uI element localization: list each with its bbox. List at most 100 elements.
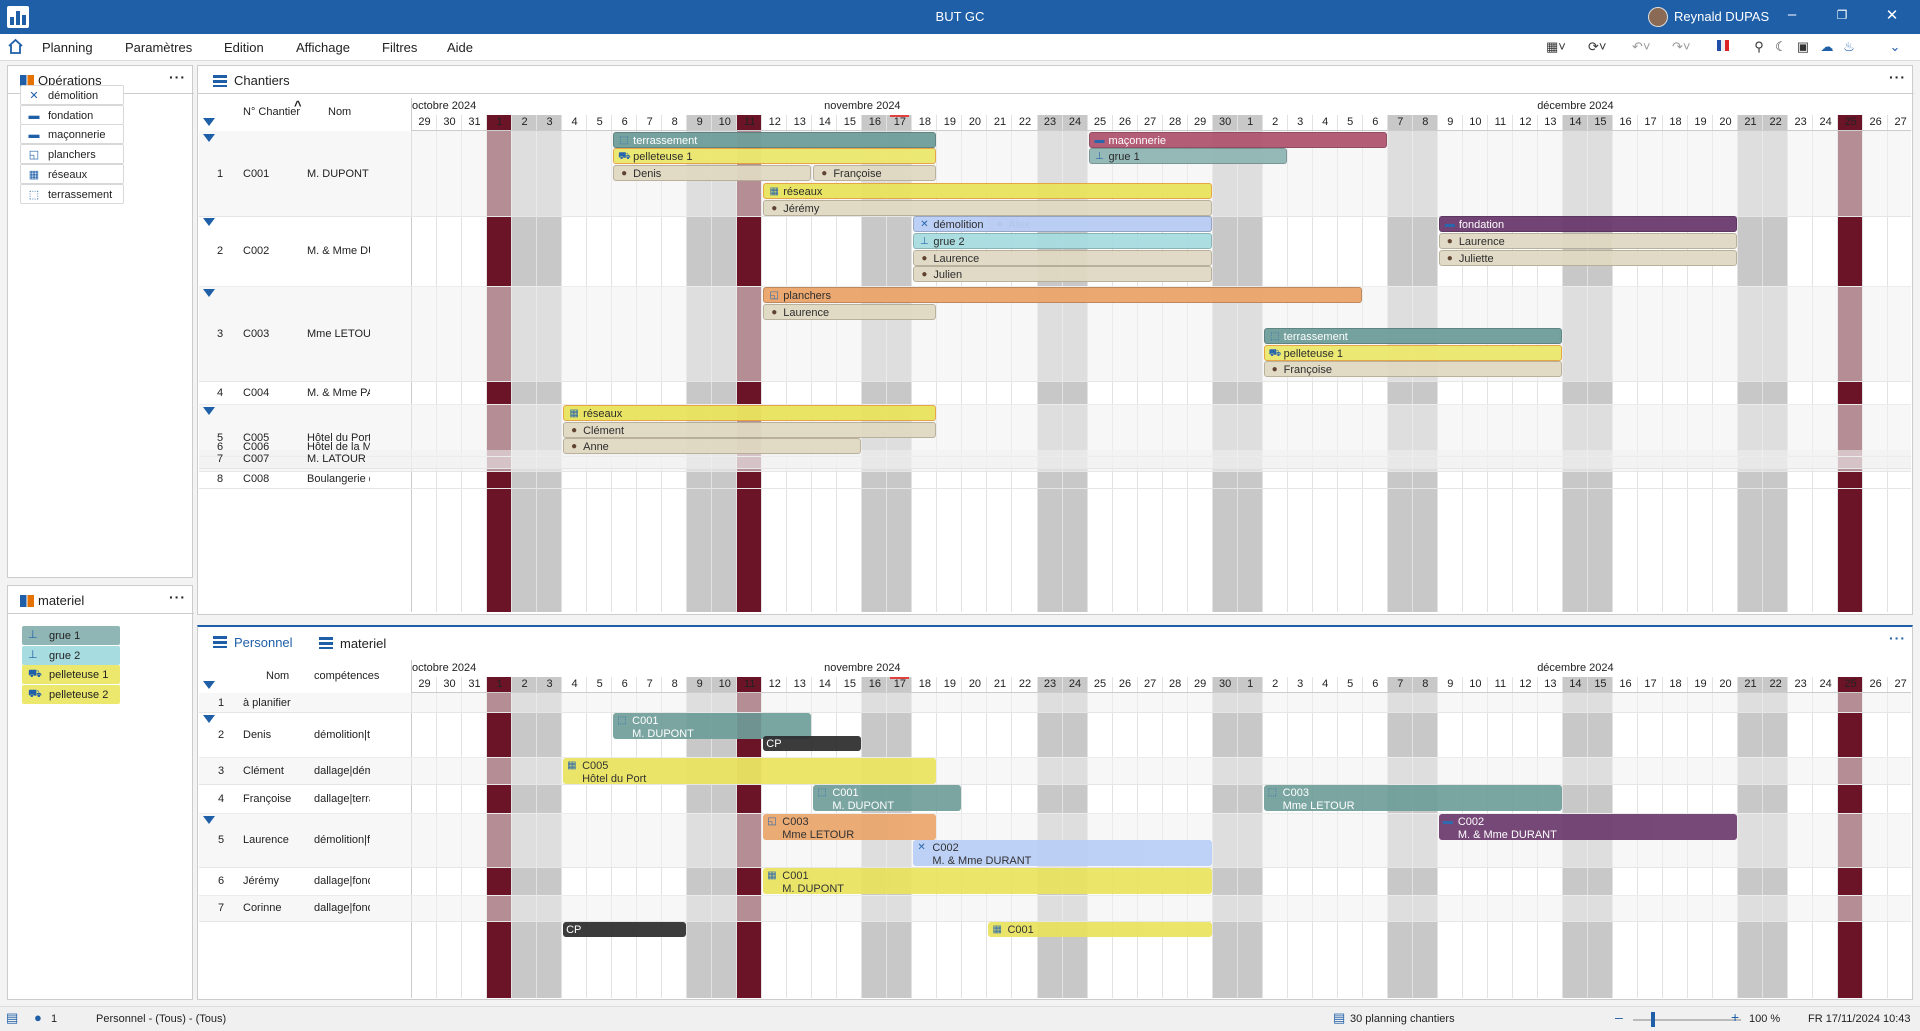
gantt-bar-resource[interactable]: ● Juliette (1438, 250, 1738, 266)
user-avatar[interactable] (1648, 7, 1668, 27)
operation-chip[interactable]: ✕ démolition (20, 85, 124, 105)
stats-icon[interactable]: ▤ (6, 1010, 18, 1026)
menu-edition[interactable]: Edition (224, 40, 264, 55)
export-icon[interactable]: ▦˅ (1546, 39, 1566, 55)
gantt-bar-resource[interactable]: ● Julien (913, 266, 1212, 282)
gantt-bar-resource[interactable]: ● Anne (563, 438, 862, 454)
operation-chip[interactable]: ▦ réseaux (20, 163, 124, 184)
zoom-out-icon[interactable]: – (1615, 1009, 1623, 1025)
tab-materiel[interactable]: materiel (340, 636, 386, 651)
materiel-chip[interactable]: ⊥ grue 1 (22, 626, 120, 645)
gantt-bar-pelleteuse[interactable]: ⛟ pelleteuse 1 (613, 148, 937, 164)
operation-chip[interactable]: ▬ maçonnerie (20, 124, 124, 145)
key-icon[interactable]: ⚲ (1750, 39, 1768, 55)
zoom-in-icon[interactable]: + (1731, 1009, 1739, 1025)
expand-row-icon[interactable] (203, 816, 215, 824)
gantt-bar-label: grue 2 (933, 236, 965, 248)
collapse-all-icon[interactable] (203, 681, 215, 689)
user-name[interactable]: Reynald DUPAS (1674, 9, 1769, 24)
materiel-chip[interactable]: ⛟ pelleteuse 2 (22, 685, 120, 705)
assignment-block-cp[interactable]: CP (763, 736, 862, 751)
gantt-bar-resource[interactable]: ● Laurence (913, 250, 1212, 266)
day-header: 29 (418, 678, 431, 690)
expand-row-icon[interactable] (203, 218, 215, 226)
assignment-block-reseaux[interactable]: ▦ C001 (988, 922, 1212, 937)
home-icon[interactable] (7, 38, 24, 55)
operations-more-icon[interactable]: ··· (169, 69, 186, 85)
row-competences: démolition|fo (314, 834, 370, 846)
materiel-more-icon[interactable]: ··· (169, 589, 186, 605)
operation-chip[interactable]: ▬ fondation (20, 104, 124, 125)
gantt-bar-maconnerie[interactable]: ▬ maçonnerie (1088, 132, 1387, 148)
gantt-bar-resource[interactable]: ● Laurence (763, 304, 937, 320)
gantt-bar-terrassement[interactable]: ⬚ terrassement (613, 132, 937, 148)
zoom-slider[interactable] (1633, 1019, 1741, 1021)
window-icon[interactable]: ▣ (1794, 39, 1812, 55)
redo-icon[interactable]: ↷˅ (1672, 39, 1690, 55)
gantt-bar-reseaux[interactable]: ▦ réseaux (563, 405, 937, 421)
expand-row-icon[interactable] (203, 407, 215, 415)
gantt-bar-resource[interactable]: ● Clément (563, 422, 937, 438)
refresh-icon[interactable]: ⟳˅ (1588, 39, 1606, 55)
gantt-bar-pelleteuse[interactable]: ⛟ pelleteuse 1 (1263, 345, 1562, 361)
gantt-bar-resource[interactable]: ● Jérémy (763, 200, 1212, 216)
chantiers-grid[interactable]: octobre 2024 novembre 2024 décembre 2024 29… (199, 98, 1911, 612)
gantt-bar-resource[interactable]: ● Denis (613, 165, 812, 181)
day-header: 11 (1494, 116, 1507, 128)
operation-chip[interactable]: ◱ planchers (20, 144, 124, 165)
assignment-block-terrassement[interactable]: ⬚ C003 Mme LETOUR (1263, 785, 1562, 811)
assignment-block-reseaux[interactable]: ▦ C005 Hôtel du Port (563, 758, 937, 784)
expand-row-icon[interactable] (203, 134, 215, 142)
materiel-chip[interactable]: ⊥ grue 2 (22, 645, 120, 665)
day-header: 3 (1297, 678, 1304, 690)
close-icon[interactable]: ✕ (1882, 6, 1902, 24)
gantt-bar-demolition[interactable]: ✕ démolition (913, 216, 1212, 232)
restore-icon[interactable]: ❐ (1832, 8, 1852, 22)
minimize-icon[interactable]: – (1782, 6, 1802, 23)
chevron-down-icon[interactable]: ⌄ (1886, 39, 1904, 55)
day-header: 5 (1347, 678, 1354, 690)
gantt-bar-resource[interactable]: ● Laurence (1438, 233, 1738, 249)
gantt-bar-planchers[interactable]: ◱ planchers (763, 287, 1362, 303)
assignment-block-planchers[interactable]: ◱ C003 Mme LETOUR (763, 814, 937, 840)
day-header: 22 (1018, 678, 1032, 690)
assignment-block-reseaux[interactable]: ▦ C001 M. DUPONT (763, 868, 1212, 894)
day-gridline (1136, 677, 1138, 998)
assignment-block-fondation[interactable]: ▬ C002 M. & Mme DURANT (1438, 814, 1738, 840)
gantt-bar-terrassement[interactable]: ⬚ terrassement (1263, 328, 1562, 344)
gantt-bar-reseaux[interactable]: ▦ réseaux (763, 183, 1212, 199)
menu-planning[interactable]: Planning (42, 40, 93, 55)
personnel-more-icon[interactable]: ··· (1889, 630, 1906, 646)
gantt-bar-resource[interactable]: ● Françoise (1263, 361, 1562, 377)
chantiers-more-icon[interactable]: ··· (1889, 69, 1906, 85)
tab-personnel[interactable]: Personnel (234, 635, 293, 650)
gantt-bar-grue2[interactable]: ⊥ grue 2 (913, 233, 1212, 249)
menu-parametres[interactable]: Paramètres (125, 40, 192, 55)
menu-affichage[interactable]: Affichage (296, 40, 350, 55)
expand-row-icon[interactable] (203, 289, 215, 297)
materiel-chip[interactable]: ⛟ pelleteuse 1 (22, 665, 120, 685)
undo-icon[interactable]: ↶˅ (1632, 39, 1650, 55)
operation-chip[interactable]: ⬚ terrassement (20, 183, 124, 204)
gantt-bar-label: pelleteuse 1 (633, 151, 693, 163)
person-icon: ● (621, 168, 628, 179)
gantt-bar-resource[interactable]: ● Françoise (813, 165, 937, 181)
expand-row-icon[interactable] (203, 715, 215, 723)
collapse-all-icon[interactable] (203, 118, 215, 126)
sort-asc-icon[interactable]: ^ (294, 98, 302, 113)
assignment-block-cp[interactable]: CP (563, 922, 687, 937)
dark-mode-icon[interactable]: ☾ (1772, 39, 1790, 55)
menu-aide[interactable]: Aide (447, 40, 473, 55)
assignment-block-terrassement[interactable]: ⬚ C001 M. DUPONT (813, 785, 962, 811)
assignment-block-demolition[interactable]: ✕ C002 M. & Mme DURANT (913, 840, 1212, 866)
personnel-grid[interactable]: octobre 2024 novembre 2024 décembre 2024 29… (199, 660, 1911, 998)
chat-icon[interactable]: ☁ (1818, 39, 1836, 55)
menu-filtres[interactable]: Filtres (382, 40, 417, 55)
gantt-bar-fondation[interactable]: ▬ fondation (1438, 216, 1738, 232)
notification-bell-icon[interactable]: ♨ (1840, 39, 1858, 55)
language-flag-icon[interactable] (1714, 39, 1732, 55)
zoom-slider-thumb[interactable] (1651, 1012, 1655, 1027)
day-gridline (661, 115, 663, 612)
gantt-bar-grue1[interactable]: ⊥ grue 1 (1088, 148, 1287, 164)
gantt-bar-label: planchers (783, 290, 831, 302)
